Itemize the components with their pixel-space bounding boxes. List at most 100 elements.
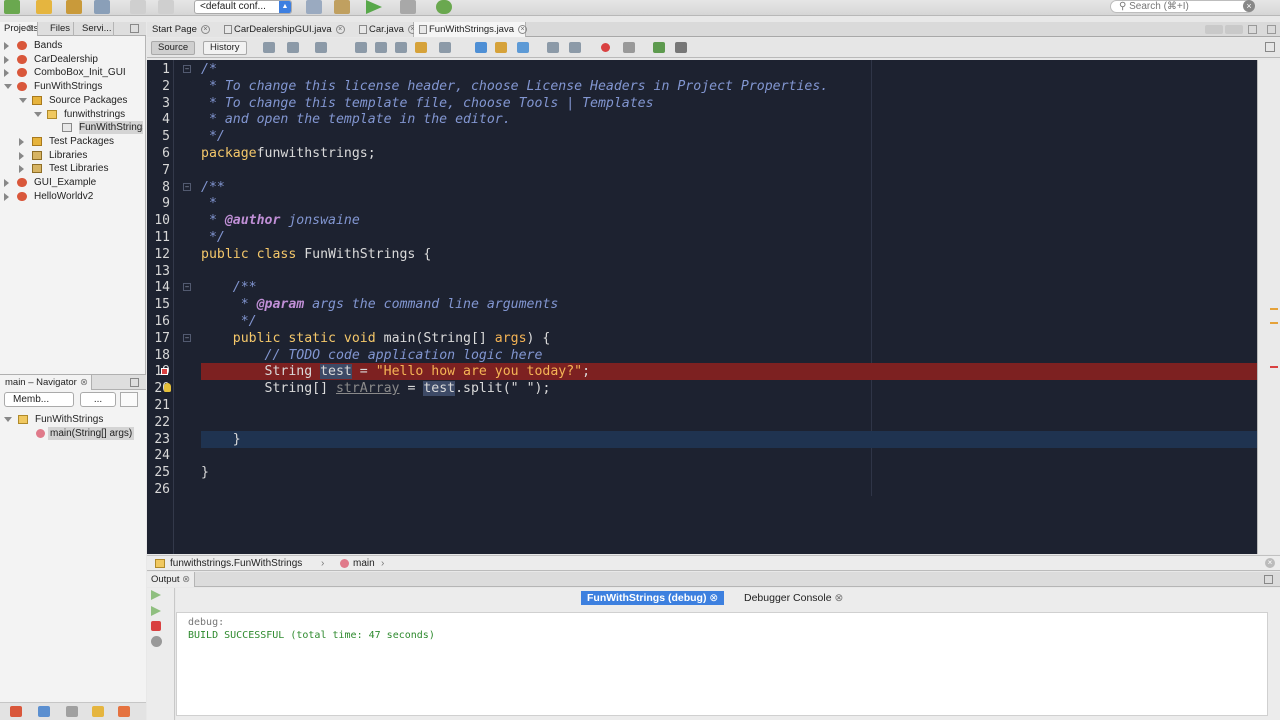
toggle-bookmark-icon[interactable]	[517, 42, 529, 53]
code-editor[interactable]: 1234567891011121314151617181920212223242…	[147, 60, 1257, 554]
tab-start-page[interactable]: Start Page ×	[147, 22, 227, 37]
tree-item[interactable]: FunWithStrings	[0, 80, 146, 93]
tab-projects[interactable]: Projects ⊗	[0, 22, 38, 36]
close-icon[interactable]: ⊗	[182, 574, 190, 585]
close-icon[interactable]: ×	[518, 24, 528, 34]
fold-icon[interactable]: −	[183, 65, 191, 73]
tab-debug-output[interactable]: FunWithStrings (debug) ⊗	[581, 591, 725, 605]
run-icon[interactable]	[366, 0, 382, 14]
tab-navigator[interactable]: main – Navigator ⊗	[0, 375, 92, 390]
minimize-icon[interactable]	[130, 378, 139, 387]
comment-icon[interactable]	[653, 42, 665, 53]
scroll-left-icon[interactable]	[1205, 25, 1223, 34]
clean-build-icon[interactable]	[334, 0, 350, 14]
fold-icon[interactable]: −	[183, 333, 191, 342]
find-previous-icon[interactable]	[375, 42, 387, 53]
expand-icon[interactable]	[4, 417, 12, 422]
scroll-right-icon[interactable]	[1225, 25, 1243, 34]
breakpoint-icon[interactable]	[161, 368, 168, 376]
shift-left-icon[interactable]	[547, 42, 559, 53]
stop-macro-icon[interactable]	[623, 42, 635, 53]
close-icon[interactable]: ⊗	[80, 375, 88, 390]
forward-icon[interactable]	[315, 42, 327, 53]
configuration-select[interactable]: <default conf... ▲	[194, 0, 292, 14]
previous-bookmark-icon[interactable]	[475, 42, 487, 53]
fold-icon[interactable]: −	[183, 283, 191, 292]
tree-item[interactable]: funwithstrings	[0, 108, 146, 121]
expand-icon[interactable]	[4, 192, 9, 201]
fold-icon[interactable]: −	[183, 182, 191, 191]
uncomment-icon[interactable]	[675, 42, 687, 53]
tree-item[interactable]: Source Packages	[0, 94, 146, 107]
tool-icon[interactable]	[10, 706, 22, 717]
search-field[interactable]: ⚲ Search (⌘+I) ×	[1110, 0, 1255, 13]
tree-item[interactable]: Test Packages	[0, 135, 146, 148]
navigator-sort-select[interactable]: ...	[80, 392, 116, 407]
tree-item[interactable]: FunWithStrings.java	[0, 121, 146, 135]
close-icon[interactable]: ⊗	[26, 22, 34, 36]
collapse-icon[interactable]	[19, 97, 27, 103]
navigator-class-row[interactable]: FunWithStrings	[0, 413, 146, 426]
debug-icon[interactable]	[400, 0, 416, 14]
tool-icon[interactable]	[92, 706, 104, 717]
tab-output[interactable]: Output ⊗	[147, 572, 196, 587]
build-icon[interactable]	[306, 0, 322, 14]
next-bookmark-icon[interactable]	[495, 42, 507, 53]
last-edit-icon[interactable]	[263, 42, 275, 53]
tool-icon[interactable]	[38, 706, 50, 717]
collapse-icon[interactable]	[34, 111, 42, 117]
tab-cardealershipgui[interactable]: CarDealershipGUI.java ×	[219, 22, 359, 37]
tab-services[interactable]: Servi...	[74, 22, 114, 36]
tree-item[interactable]: Bands	[0, 39, 146, 52]
close-icon[interactable]: ×	[200, 24, 210, 34]
expand-icon[interactable]	[4, 42, 9, 50]
save-all-icon[interactable]	[94, 0, 110, 14]
close-icon[interactable]: ×	[1265, 558, 1275, 568]
tab-debugger-console[interactable]: Debugger Console ⊗	[738, 591, 849, 605]
tree-item[interactable]: GUI_Example	[0, 176, 146, 189]
close-icon[interactable]: ×	[335, 24, 345, 34]
back-icon[interactable]	[287, 42, 299, 53]
new-project-icon[interactable]	[36, 0, 52, 14]
tree-item[interactable]: CarDealership	[0, 53, 146, 66]
tree-item[interactable]: Libraries	[0, 149, 146, 162]
clear-search-icon[interactable]: ×	[1243, 0, 1255, 12]
hint-bulb-icon[interactable]	[164, 383, 171, 393]
output-text[interactable]: debug: BUILD SUCCESSFUL (total time: 47 …	[176, 612, 1268, 716]
maximize-icon[interactable]	[1267, 25, 1276, 34]
find-icon[interactable]	[355, 42, 367, 53]
redo-icon[interactable]	[158, 0, 174, 14]
minimize-icon[interactable]	[130, 24, 139, 33]
expand-icon[interactable]	[19, 165, 24, 174]
tab-files[interactable]: Files	[38, 22, 74, 36]
find-next-icon[interactable]	[395, 42, 407, 53]
expand-icon[interactable]	[4, 55, 9, 64]
navigator-member-row[interactable]: main(String[] args)	[0, 427, 146, 440]
show-opened-documents-icon[interactable]	[1248, 25, 1257, 34]
expand-icon[interactable]	[4, 179, 9, 187]
settings-icon[interactable]	[151, 636, 162, 647]
shift-right-icon[interactable]	[569, 42, 581, 53]
expand-icon[interactable]	[19, 151, 24, 160]
rerun-icon[interactable]	[151, 590, 161, 600]
tab-car[interactable]: Car.java ×	[354, 22, 417, 37]
breadcrumb-class[interactable]: funwithstrings.FunWithStrings	[170, 556, 302, 571]
rerun-with-options-icon[interactable]	[151, 606, 161, 616]
minimize-icon[interactable]	[1264, 575, 1273, 584]
expand-icon[interactable]	[19, 137, 24, 146]
start-macro-icon[interactable]	[601, 43, 610, 52]
tool-icon[interactable]	[66, 706, 78, 717]
toggle-rect-select-icon[interactable]	[439, 42, 451, 53]
tree-item[interactable]: Test Libraries	[0, 162, 146, 175]
expand-icon[interactable]	[4, 69, 9, 78]
collapse-icon[interactable]	[4, 84, 12, 90]
tree-item[interactable]: ComboBox_Init_GUI	[0, 66, 146, 79]
error-stripe[interactable]	[1257, 60, 1280, 554]
navigator-options-icon[interactable]	[120, 392, 138, 407]
source-tab[interactable]: Source	[151, 41, 196, 55]
undo-icon[interactable]	[130, 0, 146, 14]
tree-item[interactable]: HelloWorldv2	[0, 190, 146, 203]
close-icon[interactable]: ⊗	[709, 592, 718, 604]
history-tab[interactable]: History	[203, 41, 247, 55]
profile-icon[interactable]	[436, 0, 452, 14]
